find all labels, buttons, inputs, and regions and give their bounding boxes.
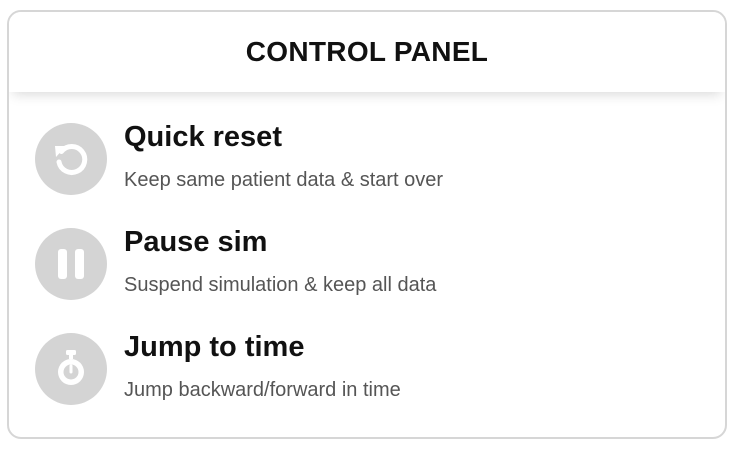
pause-sim-title: Pause sim xyxy=(124,226,268,258)
jump-to-time-title: Jump to time xyxy=(124,331,305,363)
panel-title: CONTROL PANEL xyxy=(245,36,489,67)
pause-sim-description: Suspend simulation & keep all data xyxy=(124,274,437,296)
restart-icon xyxy=(35,123,107,195)
panel-header: CONTROL PANEL xyxy=(9,12,725,92)
jump-to-time-description: Jump backward/forward in time xyxy=(124,379,401,401)
stopwatch-icon xyxy=(35,333,107,405)
control-list: Quick reset Keep same patient data & sta… xyxy=(9,107,725,422)
quick-reset-button[interactable]: Quick reset Keep same patient data & sta… xyxy=(9,107,725,212)
pause-sim-button[interactable]: Pause sim Suspend simulation & keep all … xyxy=(9,212,725,317)
quick-reset-title: Quick reset xyxy=(124,121,282,153)
jump-to-time-button[interactable]: Jump to time Jump backward/forward in ti… xyxy=(9,317,725,422)
pause-icon xyxy=(35,228,107,300)
control-panel: CONTROL PANEL Quick reset Keep same pati… xyxy=(7,10,727,439)
quick-reset-description: Keep same patient data & start over xyxy=(124,169,444,191)
